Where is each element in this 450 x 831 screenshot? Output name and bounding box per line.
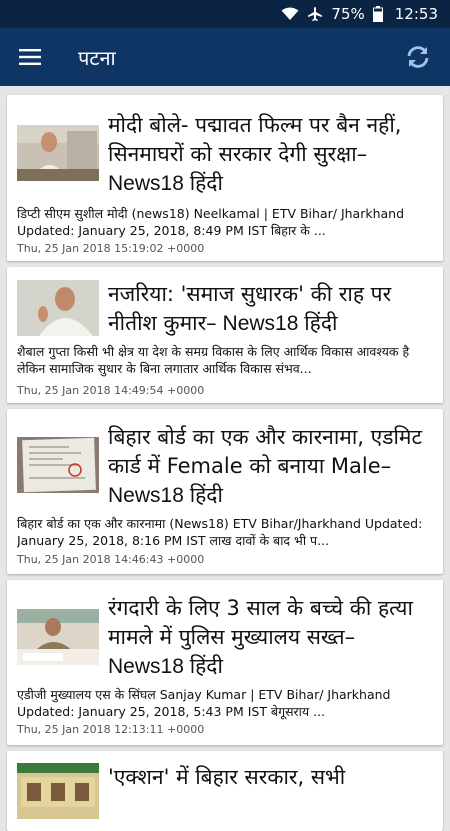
article-headline[interactable]: बिहार बोर्ड का एक और कारनामा, एडमिट कार्…: [108, 423, 433, 510]
article-date: Thu, 25 Jan 2018 14:49:54 +0000: [17, 384, 205, 397]
hamburger-menu-icon[interactable]: [0, 28, 60, 86]
app-bar: पटना: [0, 28, 450, 86]
article-date: Thu, 25 Jan 2018 14:46:43 +0000: [17, 553, 205, 566]
article-thumbnail: [17, 609, 99, 665]
news-card[interactable]: बिहार बोर्ड का एक और कारनामा, एडमिट कार्…: [7, 409, 443, 574]
news-card[interactable]: रंगदारी के लिए 3 साल के बच्चे की हत्या म…: [7, 580, 443, 745]
airplane-mode-icon: [307, 6, 323, 22]
article-summary: बिहार बोर्ड का एक और कारनामा (News18) ET…: [17, 516, 423, 548]
article-headline[interactable]: रंगदारी के लिए 3 साल के बच्चे की हत्या म…: [108, 594, 433, 681]
article-thumbnail: [17, 437, 99, 493]
battery-icon: [372, 6, 383, 22]
article-headline[interactable]: मोदी बोले- पद्मावत फिल्म पर बैन नहीं, सि…: [108, 111, 433, 198]
article-thumbnail: [17, 280, 99, 336]
article-date: Thu, 25 Jan 2018 15:19:02 +0000: [17, 242, 205, 255]
clock: 12:53: [394, 5, 438, 23]
status-bar: 75% 12:53: [0, 0, 450, 28]
article-summary: डिप्टी सीएम सुशील मोदी (news18) Neelkama…: [17, 206, 405, 238]
page-title: पटना: [78, 45, 116, 70]
article-summary: शैबाल गुप्ता किसी भी क्षेत्र या देश के स…: [17, 344, 410, 376]
wifi-icon: [281, 7, 299, 21]
article-thumbnail: [17, 125, 99, 181]
article-date: Thu, 25 Jan 2018 12:13:11 +0000: [17, 723, 205, 736]
news-card[interactable]: नजरिया: 'समाज सुधारक' की राह पर नीतीश कु…: [7, 267, 443, 403]
article-headline[interactable]: नजरिया: 'समाज सुधारक' की राह पर नीतीश कु…: [108, 280, 433, 338]
article-thumbnail: [17, 763, 99, 819]
battery-level: 75%: [331, 5, 365, 23]
article-summary: एडीजी मुख्यालय एस के सिंघल Sanjay Kumar …: [17, 687, 391, 719]
news-card[interactable]: 'एक्शन' में बिहार सरकार, सभी: [7, 751, 443, 831]
refresh-icon[interactable]: [390, 28, 446, 86]
article-headline[interactable]: 'एक्शन' में बिहार सरकार, सभी: [108, 763, 433, 792]
news-card[interactable]: मोदी बोले- पद्मावत फिल्म पर बैन नहीं, सि…: [7, 95, 443, 261]
